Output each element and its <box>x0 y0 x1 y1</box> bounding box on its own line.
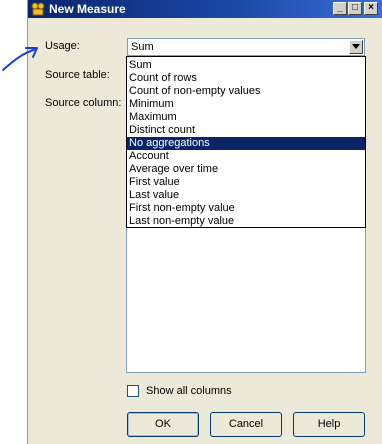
dropdown-option[interactable]: Average over time <box>127 163 365 176</box>
pen-arrow-annotation <box>2 47 38 71</box>
dropdown-option[interactable]: Maximum <box>127 111 365 124</box>
chevron-down-icon <box>352 44 360 49</box>
usage-label: Usage: <box>45 40 80 52</box>
dropdown-option[interactable]: First value <box>127 176 365 189</box>
usage-dropdown-list[interactable]: Sum Count of rows Count of non-empty value… <box>126 56 366 228</box>
new-measure-dialog: New Measure _ □ × Usage: Source table: S… <box>27 0 382 444</box>
cancel-button[interactable]: Cancel <box>210 412 282 437</box>
usage-selected-value: Sum <box>131 41 154 53</box>
show-all-columns-checkbox[interactable] <box>127 385 139 397</box>
minimize-button[interactable]: _ <box>333 2 347 15</box>
ok-button[interactable]: OK <box>127 412 199 437</box>
help-button[interactable]: Help <box>293 412 365 437</box>
show-all-columns-label[interactable]: Show all columns <box>146 385 232 397</box>
dropdown-option[interactable]: Last non-empty value <box>127 215 365 228</box>
dropdown-option[interactable]: Minimum <box>127 98 365 111</box>
dropdown-option[interactable]: Count of rows <box>127 72 365 85</box>
dropdown-arrow-button[interactable] <box>349 40 363 54</box>
dropdown-option[interactable]: Last value <box>127 189 365 202</box>
dropdown-option[interactable]: Count of non-empty values <box>127 85 365 98</box>
source-column-label: Source column: <box>45 97 122 109</box>
close-button[interactable]: × <box>364 2 378 15</box>
source-table-label: Source table: <box>45 69 110 81</box>
source-column-listbox[interactable] <box>126 220 366 373</box>
dropdown-option[interactable]: Distinct count <box>127 124 365 137</box>
dropdown-option[interactable]: No aggregations <box>127 137 365 150</box>
dropdown-option[interactable]: Sum <box>127 59 365 72</box>
usage-combobox[interactable]: Sum <box>127 38 365 56</box>
dropdown-option[interactable]: Account <box>127 150 365 163</box>
window-title: New Measure <box>49 2 126 16</box>
maximize-button[interactable]: □ <box>348 2 362 15</box>
measure-icon <box>31 2 45 16</box>
dropdown-option[interactable]: First non-empty value <box>127 202 365 215</box>
title-bar[interactable]: New Measure _ □ × <box>28 0 382 18</box>
